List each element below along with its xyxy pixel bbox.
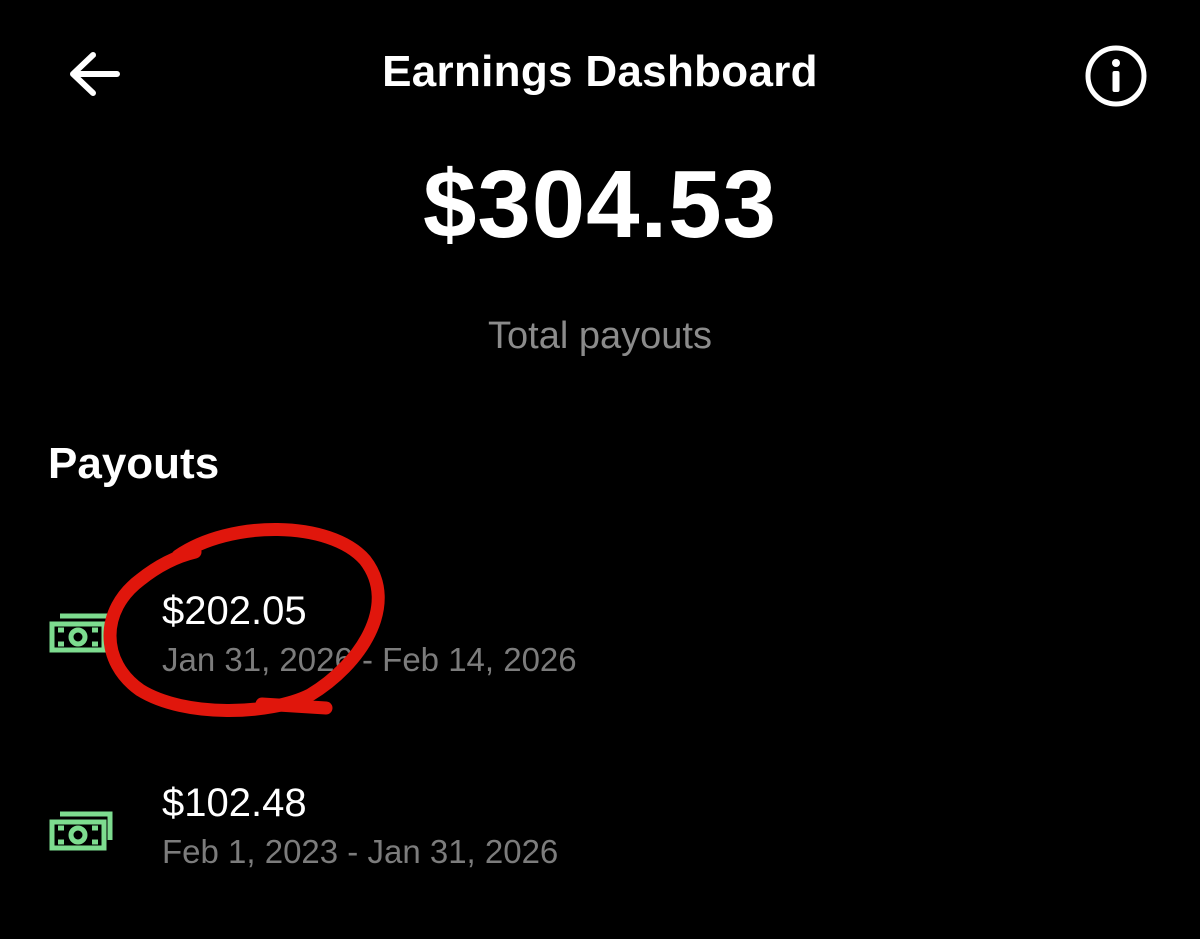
payout-row[interactable]: $102.48 Feb 1, 2023 - Jan 31, 2026 [0,772,1200,902]
payout-row[interactable]: $202.05 Jan 31, 2026 - Feb 14, 2026 [0,580,1200,710]
money-stack-icon [49,811,113,851]
payout-amount: $102.48 [162,781,307,825]
payout-date-range: Jan 31, 2026 - Feb 14, 2026 [162,641,577,678]
info-circle-icon [1085,45,1147,107]
total-payouts-amount: $304.53 [422,151,777,258]
money-stack-icon [49,613,113,653]
payout-amount: $202.05 [162,589,307,633]
app-header: Earnings Dashboard [0,0,1200,145]
payouts-heading: Payouts [48,439,220,488]
total-payouts-label: Total payouts [488,315,712,357]
payout-date-range: Feb 1, 2023 - Jan 31, 2026 [162,833,559,870]
info-button[interactable] [1082,42,1150,110]
page-title: Earnings Dashboard [382,47,818,96]
